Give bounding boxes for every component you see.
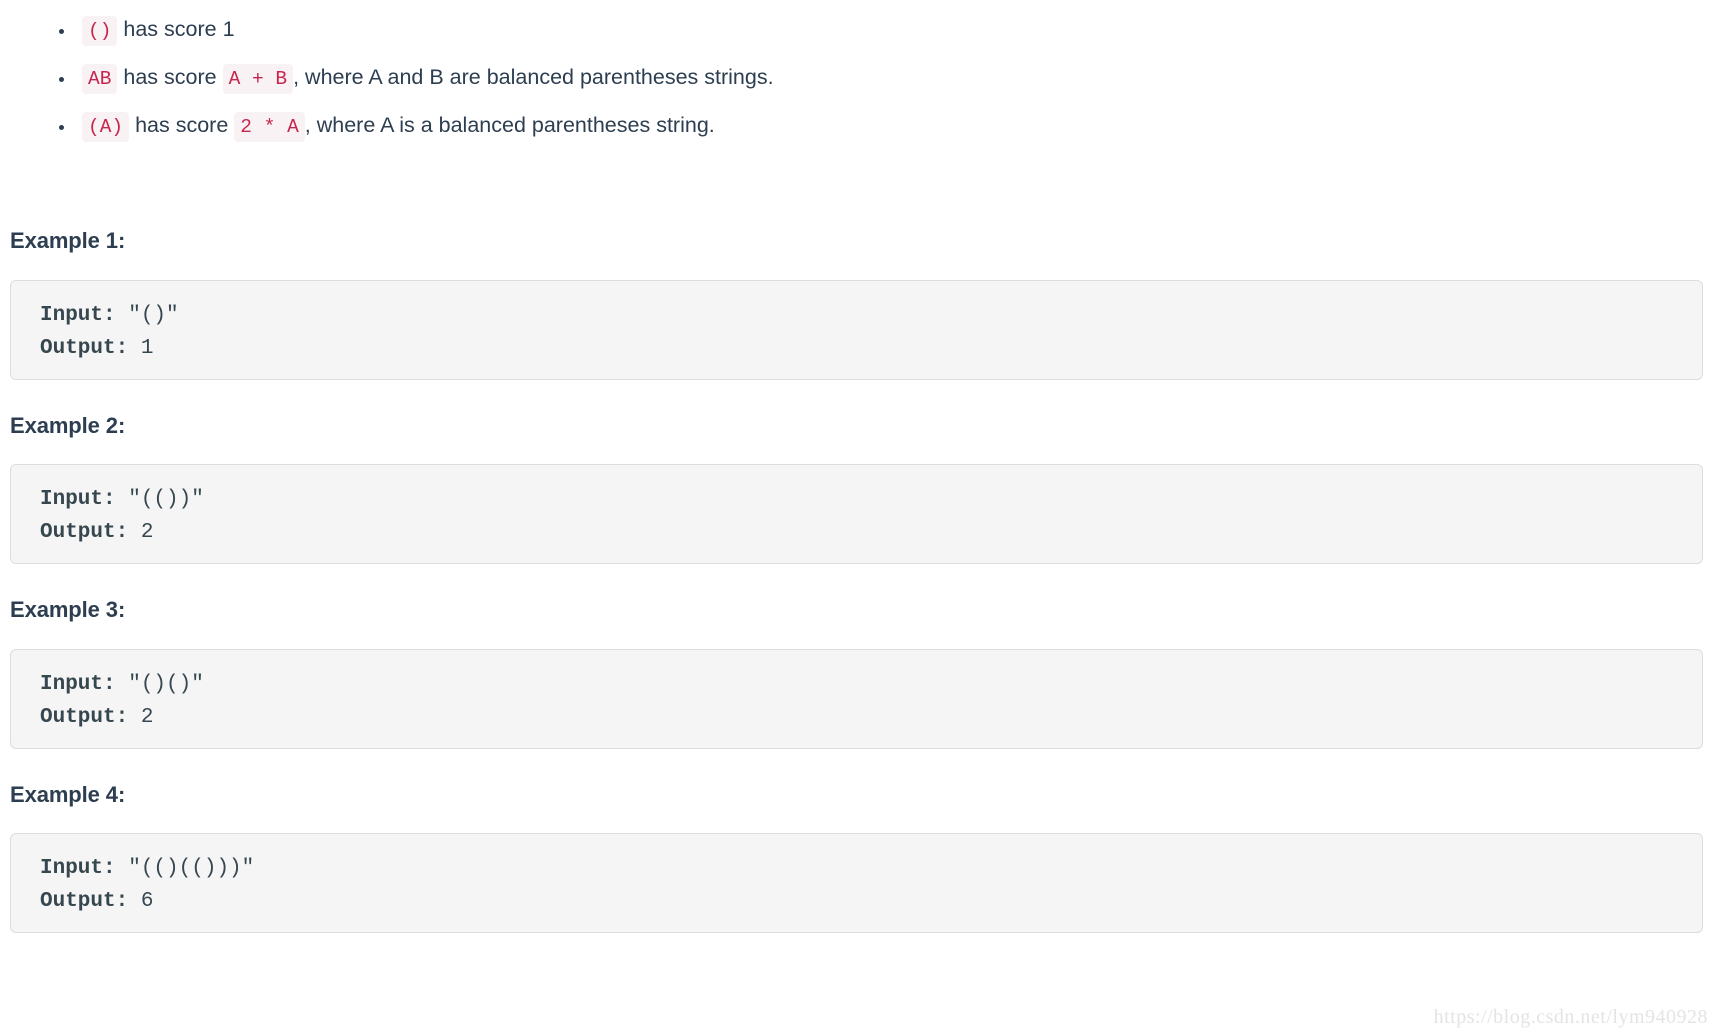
- document-page: () has score 1 AB has score A + B, where…: [0, 0, 1716, 1036]
- input-label: Input:: [40, 857, 116, 880]
- output-label: Output:: [40, 890, 129, 913]
- list-item: (A) has score 2 * A, where A is a balanc…: [76, 102, 1700, 150]
- example-2-code-block: Input: "(())" Output: 2: [10, 464, 1703, 564]
- rule-text-1: has score 1: [117, 17, 235, 41]
- output-value: 2: [128, 706, 154, 729]
- output-label: Output:: [40, 521, 129, 544]
- example-4-code-block: Input: "(()(()))" Output: 6: [10, 833, 1703, 933]
- input-value: "()()": [115, 673, 204, 696]
- example-3-heading: Example 3:: [10, 597, 126, 622]
- input-value: "(())": [115, 488, 204, 511]
- example-4-heading: Example 4:: [10, 782, 126, 807]
- inline-code-paren-a: (A): [82, 112, 130, 142]
- inline-code-empty-parens: (): [82, 16, 118, 46]
- output-label: Output:: [40, 337, 129, 360]
- example-1-heading: Example 1:: [10, 228, 126, 253]
- rule-text-2-end: , where A and B are balanced parentheses…: [293, 65, 774, 89]
- input-value: "(()(()))": [115, 857, 255, 880]
- input-label: Input:: [40, 673, 116, 696]
- inline-code-two-times-a: 2 * A: [234, 112, 305, 142]
- input-label: Input:: [40, 488, 116, 511]
- rule-text-3-end: , where A is a balanced parentheses stri…: [304, 113, 715, 137]
- scoring-rules-list: () has score 1 AB has score A + B, where…: [0, 0, 1700, 150]
- input-value: "()": [115, 304, 179, 327]
- scoring-rules-section: () has score 1 AB has score A + B, where…: [0, 0, 1700, 150]
- inline-code-ab: AB: [82, 64, 118, 94]
- output-value: 2: [128, 521, 154, 544]
- list-item: () has score 1: [76, 6, 1700, 54]
- output-value: 6: [128, 890, 154, 913]
- output-value: 1: [128, 337, 154, 360]
- example-2-heading: Example 2:: [10, 413, 126, 438]
- example-3-code-block: Input: "()()" Output: 2: [10, 649, 1703, 749]
- watermark-url: https://blog.csdn.net/lym940928: [1433, 1006, 1708, 1028]
- input-label: Input:: [40, 304, 116, 327]
- rule-text-3-mid: has score: [129, 113, 235, 137]
- example-1-code-block: Input: "()" Output: 1: [10, 280, 1703, 380]
- output-label: Output:: [40, 706, 129, 729]
- rule-text-2-mid: has score: [117, 65, 223, 89]
- list-item: AB has score A + B, where A and B are ba…: [76, 54, 1700, 102]
- inline-code-a-plus-b: A + B: [222, 64, 294, 94]
